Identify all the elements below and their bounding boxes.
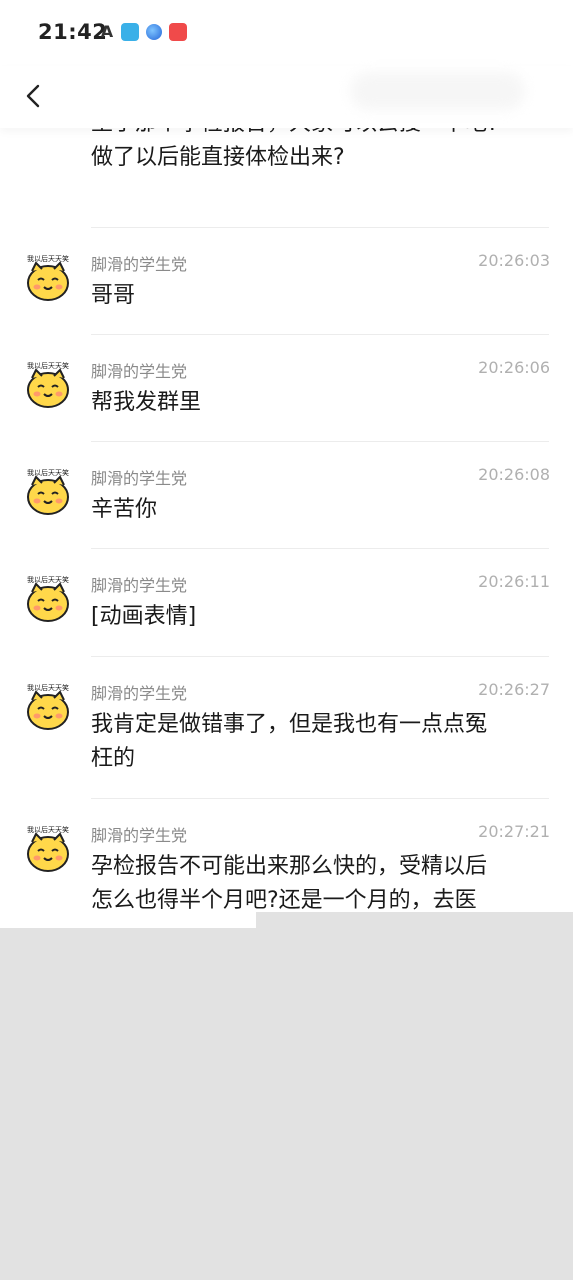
- book-app-icon: [121, 23, 139, 41]
- sender-name: 脚滑的学生党: [91, 255, 188, 274]
- message-divider: [91, 656, 549, 657]
- message-divider: [91, 548, 549, 549]
- sender-name: 脚滑的学生党: [91, 826, 188, 845]
- avatar-smiley-icon[interactable]: 我以后天天笑: [22, 574, 74, 626]
- status-icons: A: [100, 23, 187, 41]
- avatar-smiley-icon[interactable]: 我以后天天笑: [22, 682, 74, 734]
- avatar-smiley-icon[interactable]: 我以后天天笑: [22, 467, 74, 519]
- avatar-caption: 我以后天天笑: [27, 468, 69, 477]
- header-blurred-area: [350, 72, 525, 110]
- avatar-caption: 我以后天天笑: [27, 683, 69, 692]
- message-divider: [91, 334, 549, 335]
- sender-name: 脚滑的学生党: [91, 684, 188, 703]
- message-time: 20:26:06: [478, 358, 550, 377]
- video-app-icon: [169, 23, 187, 41]
- avatar-caption: 我以后天天笑: [27, 825, 69, 834]
- avatar-caption: 我以后天天笑: [27, 575, 69, 584]
- avatar-caption: 我以后天天笑: [27, 361, 69, 370]
- message-divider: [91, 441, 549, 442]
- status-bar: 21:42 A: [0, 0, 573, 66]
- globe-app-icon: [146, 24, 162, 40]
- sender-name: 脚滑的学生党: [91, 576, 188, 595]
- avatar-caption: 我以后天天笑: [27, 254, 69, 263]
- message-divider: [91, 227, 549, 228]
- sender-name: 脚滑的学生党: [91, 469, 188, 488]
- avatar-smiley-icon[interactable]: 我以后天天笑: [22, 824, 74, 876]
- message-time: 20:26:08: [478, 465, 550, 484]
- status-time: 21:42: [38, 20, 108, 44]
- message-time: 20:26:03: [478, 251, 550, 270]
- chevron-left-icon[interactable]: [22, 83, 48, 109]
- message-time: 20:26:27: [478, 680, 550, 699]
- message-time: 20:26:11: [478, 572, 550, 591]
- message-divider: [91, 798, 549, 799]
- message-text: 我肯定是做错事了，但是我也有一点点冤 枉的: [91, 712, 488, 771]
- header-bar: [0, 66, 573, 128]
- sender-name: 脚滑的学生党: [91, 362, 188, 381]
- message-list[interactable]: 至于那个孕检报告，大家可以去搜一下吧? 做了以后能直接体检出来? 我以后天天笑 …: [0, 0, 573, 928]
- message-text: 辛苦你: [91, 497, 158, 522]
- message-text: 哥哥: [91, 283, 136, 308]
- a-icon: A: [100, 22, 114, 41]
- avatar-smiley-icon[interactable]: 我以后天天笑: [22, 360, 74, 412]
- message-time: 20:27:21: [478, 822, 550, 841]
- message-text: [动画表情]: [91, 604, 197, 629]
- message-text: 孕检报告不可能出来那么快的，受精以后 怎么也得半个月吧?还是一个月的，去医: [91, 854, 488, 913]
- avatar-smiley-icon[interactable]: 我以后天天笑: [22, 253, 74, 305]
- message-text: 帮我发群里: [91, 390, 202, 415]
- bottom-gray-panel: [0, 928, 573, 1280]
